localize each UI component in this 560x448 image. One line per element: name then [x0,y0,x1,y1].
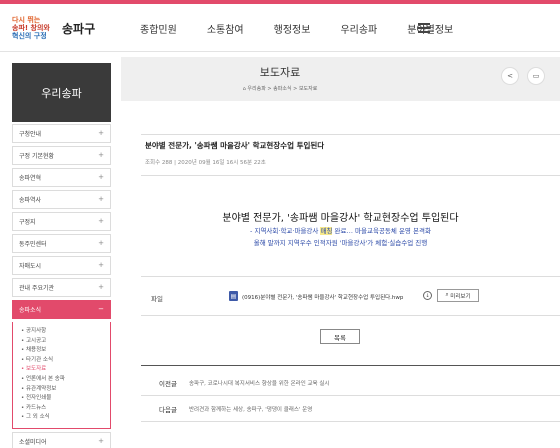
sidebar-item-label: 자매도시 [19,263,42,270]
sidebar-list: 구청안내 + 구정 기본현황 + 송파연혁 + 송파역사 + 구정지 + 동주민센터 + 자… [12,124,111,448]
minus-icon: − [98,305,104,313]
article-headline: 분야별 전문가, '송파쌤 마을강사' 학교현장수업 투입된다 [222,213,459,224]
sidebar-item-label: 송파역사 [19,197,42,204]
submenu-other-news[interactable]: • 그 외 소식 [21,413,110,423]
main-content: 보도자료 ⌂ 우리송파 > 송파소식 > 보도자료 < ▭ 분야별 전문가, '… [121,57,560,448]
page-header: 보도자료 ⌂ 우리송파 > 송파소식 > 보도자료 < ▭ [121,57,560,101]
submenu-publications[interactable]: • 전자인쇄물 [21,394,110,404]
main-nav: 종합민원 소통참여 행정정보 우리송파 분야별정보 [140,4,483,52]
breadcrumb: ⌂ 우리송파 > 송파소식 > 보도자료 [242,86,318,92]
sidebar-item-label: 구정지 [19,219,36,226]
nav-admin-info[interactable]: 행정정보 [274,21,311,36]
preview-button[interactable]: ⌕ 미리보기 [437,289,479,302]
attachment-label: 파일 [151,295,163,303]
nav-communication[interactable]: 소통참여 [207,21,244,36]
plus-icon: + [98,173,104,181]
print-icon[interactable]: ▭ [527,67,545,85]
sidebar-item-institutions[interactable]: 관내 주요기관 + [12,278,111,297]
hamburger-icon[interactable] [418,23,430,33]
attachment-filename[interactable]: (0916)분야별 전문가, '송파쌤 마을강사' 학교현장수업 투입된다.hw… [242,293,403,301]
nav-civil-service[interactable]: 종합민원 [140,21,177,36]
sidebar-item-office-info[interactable]: 구청안내 + [12,124,111,143]
article-subheading-1: - 지역사회·학교·마을강사 매칭 완료… 마을교육공동체 운영 본격화 [250,227,431,235]
nav-field-info[interactable]: 분야별정보 [407,21,453,36]
plus-icon: + [98,239,104,247]
sidebar-item-gazette[interactable]: 구정지 + [12,212,111,231]
list-button[interactable]: 목록 [320,329,360,344]
sidebar-item-label: 송파연혁 [19,175,42,182]
prev-post-label: 이전글 [159,380,177,388]
submenu-press-release[interactable]: • 보도자료 [21,365,110,375]
sidebar-item-status[interactable]: 구정 기본현황 + [12,146,111,165]
logo-slogan-line2: 송파! 창의와 [12,24,50,32]
sidebar-item-label: 구청안내 [19,131,42,138]
divider [141,134,560,135]
post-meta: 조회수 288 | 2020년 09월 16일 16시 56분 22초 [145,160,266,166]
submenu-card-news[interactable]: • 카드뉴스 [21,404,110,414]
hwp-file-icon: ▤ [229,291,238,301]
share-icon[interactable]: < [501,67,519,85]
sidebar-item-label: 소셜미디어 [19,438,47,446]
submenu-other-agency[interactable]: • 타기관 소식 [21,356,110,366]
divider [141,421,560,422]
divider [141,395,560,396]
sidebar-item-label: 관내 주요기관 [19,285,55,292]
next-post-link[interactable]: 반려견과 함께하는 세상, 송파구, '댕댕이 클래스' 운영 [189,405,312,413]
plus-icon: + [98,129,104,137]
plus-icon: + [98,283,104,291]
divider [141,175,560,176]
submenu-contract[interactable]: • 유관계약정보 [21,385,110,395]
highlighted-word: 매칭 [320,227,333,235]
sidebar-submenu: • 공지사항 • 고시공고 • 채용정보 • 타기관 소식 • 보도자료 • 언… [12,322,111,429]
submenu-announcement[interactable]: • 고시공고 [21,337,110,347]
brand-name[interactable]: 송파구 [62,20,95,37]
plus-icon: + [98,151,104,159]
divider [141,315,560,316]
divider [141,365,560,366]
logo-slogan-line3: 혁신의 구정 [12,32,47,40]
site-logo[interactable]: 다시 뛰는 송파! 창의와 혁신의 구정 [12,16,58,42]
site-header: 다시 뛰는 송파! 창의와 혁신의 구정 송파구 종합민원 소통참여 행정정보 … [0,4,560,52]
submenu-recruit[interactable]: • 채용정보 [21,346,110,356]
sidebar-item-news[interactable]: 송파소식 − [12,300,111,319]
sidebar-item-community-center[interactable]: 동주민센터 + [12,234,111,253]
sidebar-item-sister-cities[interactable]: 자매도시 + [12,256,111,275]
plus-icon: + [98,436,104,445]
sidebar: 우리송파 구청안내 + 구정 기본현황 + 송파연혁 + 송파역사 + 구정지 + 동주민… [12,63,111,448]
plus-icon: + [98,261,104,269]
sidebar-item-social-media[interactable]: 소셜미디어 + [12,431,111,448]
logo-slogan-line1: 다시 뛰는 [12,16,41,24]
download-icon[interactable]: ↓ [423,291,432,300]
sidebar-item-label: 구정 기본현황 [19,153,55,160]
page-title: 보도자료 [259,66,301,79]
next-post-label: 다음글 [159,406,177,414]
sidebar-item-chronology[interactable]: 송파연혁 + [12,168,111,187]
sidebar-item-label: 동주민센터 [19,241,47,248]
sidebar-item-label: 송파소식 [19,307,42,314]
submenu-media[interactable]: • 언론에서 본 송파 [21,375,110,385]
article-subheading-2: 올해 말까지 지역우수 인적자원 '마을강사'가 체험·실습수업 진행 [253,239,428,247]
nav-our-songpa[interactable]: 우리송파 [340,21,377,36]
prev-post-link[interactable]: 송파구, 코로나시대 복지서비스 향상을 위한 온라인 교육 실시 [189,379,330,387]
sidebar-title: 우리송파 [12,63,111,122]
plus-icon: + [98,195,104,203]
divider [141,276,560,277]
sidebar-item-history[interactable]: 송파역사 + [12,190,111,209]
plus-icon: + [98,217,104,225]
post-title: 분야별 전문가, '송파쌤 마을강사' 학교현장수업 투입된다 [145,141,325,150]
submenu-notice[interactable]: • 공지사항 [21,327,110,337]
